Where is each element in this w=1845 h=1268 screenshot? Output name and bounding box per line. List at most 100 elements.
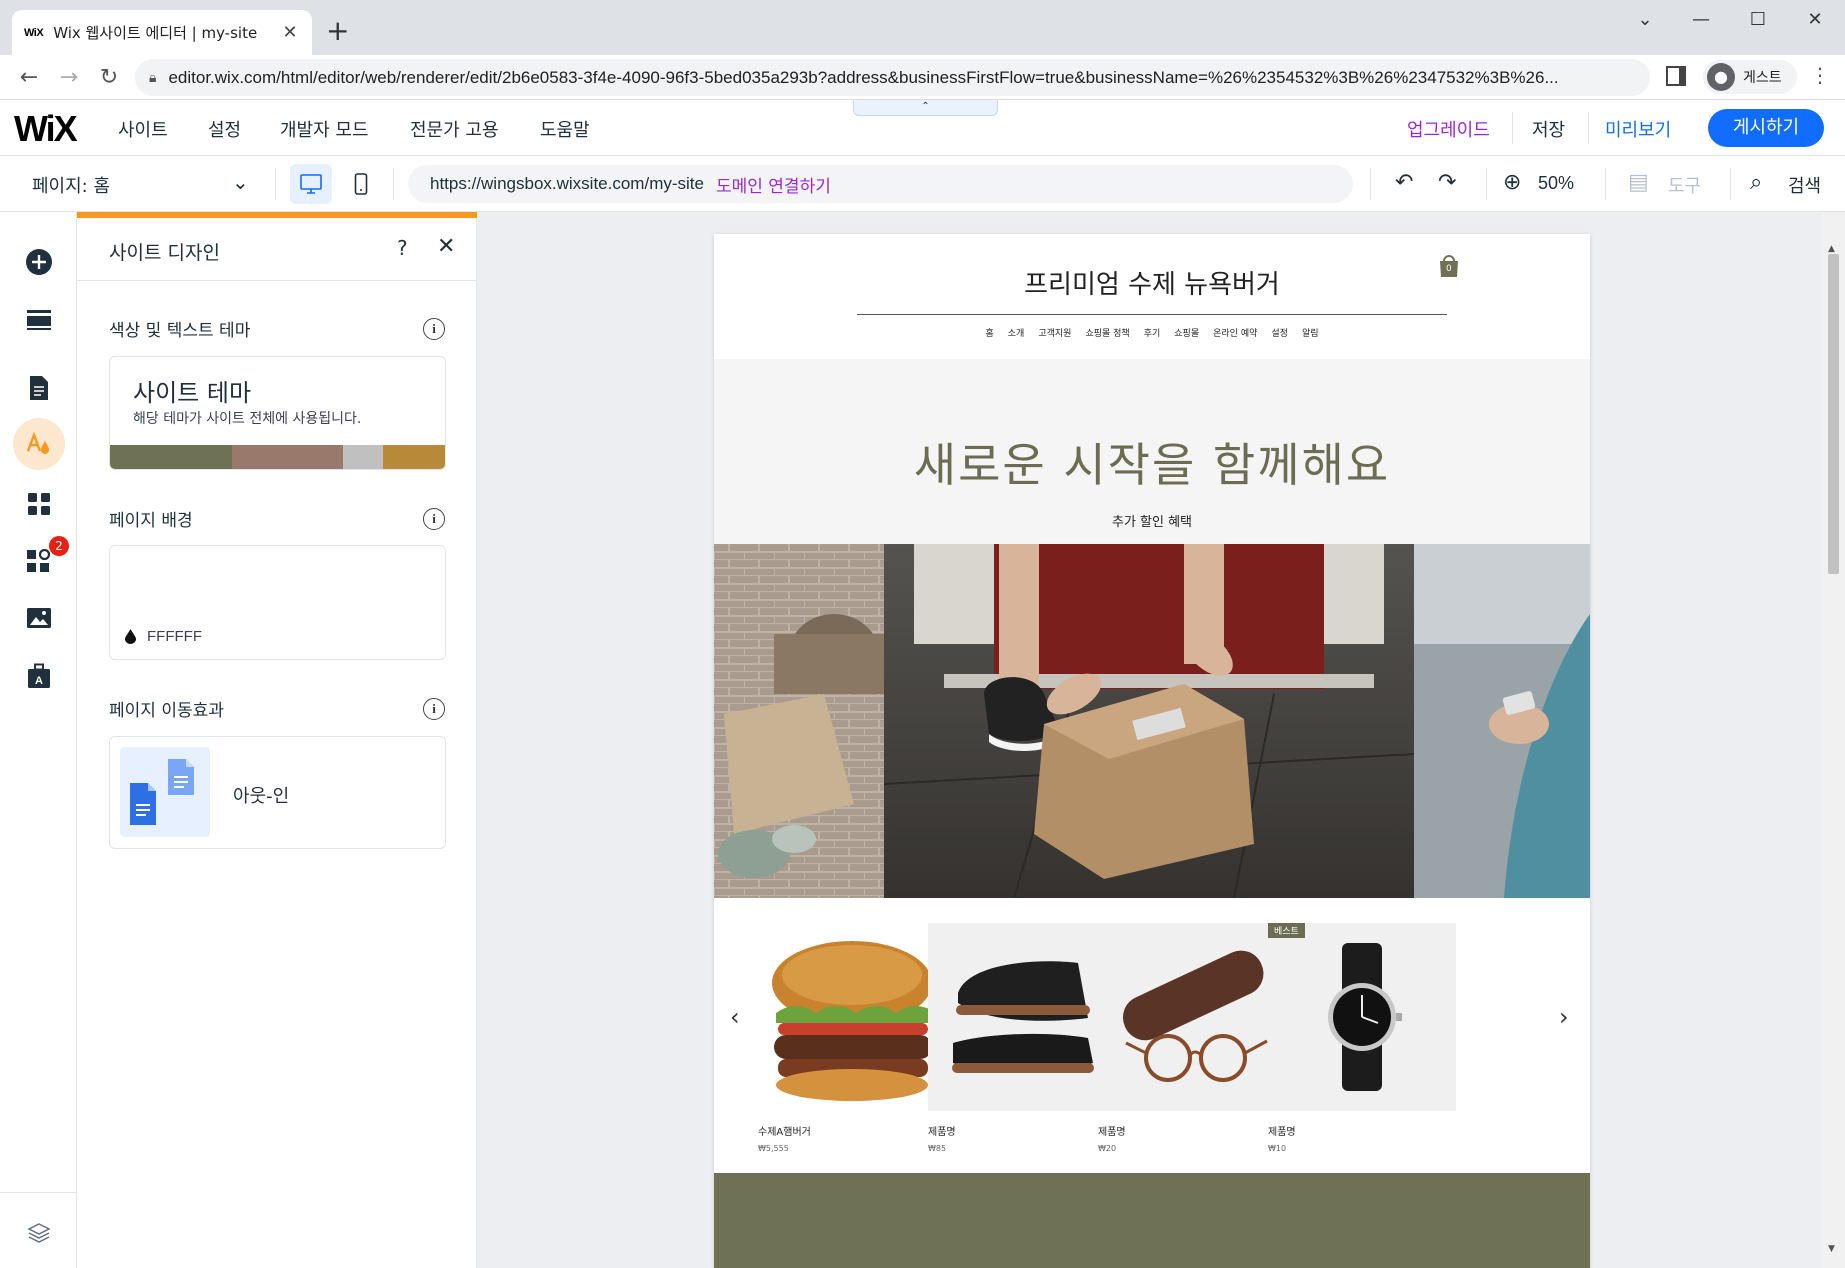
nav-item[interactable]: 온라인 예약 (1213, 326, 1257, 339)
lock-icon[interactable]: 🔒︎ (149, 70, 156, 86)
menu-help[interactable]: 도움말 (540, 116, 590, 142)
panel-accent-line (77, 212, 477, 218)
zoom-level[interactable]: 50% (1538, 173, 1574, 194)
connect-domain-link[interactable]: 도메인 연결하기 (716, 172, 831, 197)
apps-icon[interactable] (13, 478, 65, 530)
transition-pages-icon (120, 747, 210, 837)
info-icon[interactable]: i (423, 698, 445, 720)
product-image-watch[interactable]: 베스트 (1268, 923, 1456, 1111)
help-icon[interactable]: ? (397, 236, 408, 260)
tab-close-icon[interactable]: ✕ (280, 22, 300, 43)
product-image-shoes[interactable] (928, 923, 1116, 1111)
info-icon[interactable]: i (423, 318, 445, 340)
nav-item[interactable]: 고객지원 (1038, 326, 1071, 339)
site-preview[interactable]: 프리미엄 수제 뉴욕버거 홈 소개 고객지원 쇼핑몰 정책 후기 쇼핑몰 온라인… (714, 234, 1590, 1268)
page-transition-card[interactable]: 아웃-인 (109, 736, 446, 849)
tools-button[interactable]: 도구 (1668, 172, 1701, 198)
nav-item[interactable]: 홈 (985, 326, 993, 339)
product-card[interactable]: 수제A햄버거 ₩5,555 (758, 923, 946, 1153)
site-url: https://wingsbox.wixsite.com/my-site (430, 174, 704, 193)
site-theme-title: 사이트 테마 (133, 379, 252, 407)
product-image-glasses[interactable] (1098, 923, 1286, 1111)
menu-hire-expert[interactable]: 전문가 고용 (410, 116, 499, 142)
side-panel-icon[interactable] (1666, 66, 1686, 86)
scroll-down-icon[interactable]: ▼ (1828, 1244, 1835, 1254)
close-icon[interactable]: ✕ (437, 234, 455, 259)
desktop-view-icon[interactable] (290, 164, 332, 204)
minimize-icon[interactable]: — (1681, 6, 1721, 34)
scrollbar-thumb[interactable] (1828, 254, 1839, 574)
hero-strip[interactable]: 새로운 시작을 함께해요 추가 할인 혜택 (714, 359, 1590, 544)
nav-item[interactable]: 쇼핑몰 정책 (1085, 326, 1129, 339)
upgrade-link[interactable]: 업그레이드 (1407, 116, 1490, 142)
browser-menu-icon[interactable]: ⋮ (1810, 63, 1830, 87)
hero-title[interactable]: 새로운 시작을 함께해요 (714, 429, 1590, 495)
search-icon[interactable]: ⌕ (1750, 170, 1762, 195)
carousel-next-icon[interactable]: › (1559, 1003, 1569, 1031)
menu-dev-mode[interactable]: 개발자 모드 (280, 116, 369, 142)
scroll-up-icon[interactable]: ▲ (1828, 244, 1835, 254)
zoom-in-icon[interactable]: ⊕ (1503, 170, 1521, 195)
collapse-topbar-chevron-icon[interactable]: ⌃ (853, 100, 998, 116)
business-apps-icon[interactable]: 2 (13, 536, 69, 588)
page-background-card[interactable]: FFFFFF (109, 545, 446, 660)
site-footer-band[interactable] (714, 1173, 1590, 1268)
sections-icon[interactable] (13, 294, 65, 346)
toolbar-divider (1486, 168, 1487, 200)
search-button[interactable]: 검색 (1788, 172, 1821, 198)
mobile-view-icon[interactable] (340, 164, 382, 204)
info-icon[interactable]: i (423, 508, 445, 530)
forward-arrow-icon[interactable]: → (54, 63, 84, 93)
product-image-burger[interactable] (758, 923, 946, 1111)
topbar-divider (1588, 112, 1589, 144)
product-name[interactable]: 제품명 (928, 1123, 1116, 1138)
page-background-label: 페이지 배경 (109, 511, 193, 531)
wix-logo[interactable]: WiX (14, 108, 78, 150)
layers-icon[interactable] (13, 1207, 65, 1259)
product-card[interactable]: 베스트 제품명 ₩10 (1268, 923, 1456, 1153)
menu-site[interactable]: 사이트 (118, 116, 168, 142)
maximize-icon[interactable]: ☐ (1738, 6, 1778, 34)
page-selector[interactable]: 페이지: 홈 (32, 172, 110, 198)
nav-item[interactable]: 쇼핑몰 (1174, 326, 1199, 339)
profile-button[interactable]: ● 게스트 (1703, 60, 1797, 94)
tools-icon[interactable]: ▤ (1628, 170, 1649, 195)
reload-icon[interactable]: ↻ (94, 63, 124, 93)
canvas-scrollbar[interactable]: ▲ ▼ (1822, 212, 1845, 1268)
site-nav[interactable]: 홈 소개 고객지원 쇼핑몰 정책 후기 쇼핑몰 온라인 예약 설정 알림 (714, 326, 1590, 339)
save-button[interactable]: 저장 (1532, 116, 1565, 142)
site-header[interactable]: 프리미엄 수제 뉴욕버거 홈 소개 고객지원 쇼핑몰 정책 후기 쇼핑몰 온라인… (714, 234, 1590, 359)
product-name[interactable]: 수제A햄버거 (758, 1123, 946, 1138)
hero-delivery-image[interactable] (714, 544, 1590, 898)
product-name[interactable]: 제품명 (1098, 1123, 1286, 1138)
hero-subtitle[interactable]: 추가 할인 혜택 (714, 511, 1590, 530)
tab-search-chevron-icon[interactable]: ⌄ (1625, 6, 1665, 34)
portfolio-icon[interactable]: A (13, 650, 65, 702)
site-url-bar[interactable]: https://wingsbox.wixsite.com/my-site 도메인… (408, 165, 1353, 203)
nav-item[interactable]: 소개 (1008, 326, 1025, 339)
new-tab-plus-icon[interactable]: + (326, 14, 349, 47)
menu-settings[interactable]: 설정 (208, 116, 241, 142)
chevron-down-icon[interactable]: ⌄ (232, 170, 249, 194)
product-name[interactable]: 제품명 (1268, 1123, 1456, 1138)
address-bar[interactable]: 🔒︎ editor.wix.com/html/editor/web/render… (135, 59, 1650, 96)
preview-button[interactable]: 미리보기 (1605, 116, 1671, 142)
publish-button[interactable]: 게시하기 (1708, 109, 1824, 147)
pages-icon[interactable] (13, 362, 65, 414)
redo-icon[interactable]: ↷ (1438, 170, 1456, 195)
site-theme-card[interactable]: 사이트 테마 해당 테마가 사이트 전체에 사용됩니다. (109, 356, 446, 470)
carousel-prev-icon[interactable]: ‹ (730, 1003, 740, 1031)
product-gallery[interactable]: ‹ 수제A햄버거 ₩5,555 제품명 ₩85 제품명 ₩20 베스트 제품명 … (714, 898, 1590, 1173)
product-card[interactable]: 제품명 ₩85 (928, 923, 1116, 1153)
nav-item[interactable]: 설정 (1271, 326, 1288, 339)
nav-item[interactable]: 알림 (1302, 326, 1319, 339)
product-card[interactable]: 제품명 ₩20 (1098, 923, 1286, 1153)
media-icon[interactable] (13, 592, 65, 644)
nav-item[interactable]: 후기 (1144, 326, 1161, 339)
browser-tab[interactable]: WiX Wix 웹사이트 에디터 | my-site ✕ (12, 10, 312, 55)
window-close-icon[interactable]: ✕ (1795, 6, 1835, 34)
back-arrow-icon[interactable]: ← (14, 63, 44, 93)
undo-icon[interactable]: ↶ (1395, 170, 1413, 195)
add-icon[interactable] (13, 236, 65, 288)
site-design-icon[interactable] (13, 418, 65, 470)
